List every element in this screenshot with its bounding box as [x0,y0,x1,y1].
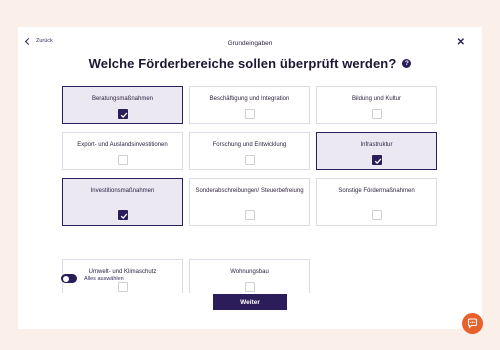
option-checkbox[interactable] [117,155,128,165]
option-wohnungsbau[interactable]: Wohnungsbau [189,259,310,293]
option-label: Sonstige Fördermaßnahmen [338,188,415,194]
option-label: Forschung und Entwicklung [212,142,287,148]
option-label: Sonderabschreibungen/ Steuerbefreiung [195,188,304,194]
option-label: Infrastruktur [360,142,393,148]
option-grid: Beratungsmaßnahmen Beschäftigung und Int… [62,86,437,293]
chat-icon [467,318,478,329]
option-sonstige-foerdermassnahmen[interactable]: Sonstige Fördermaßnahmen [316,178,437,226]
step-subtitle: Grundeingaben [227,40,273,47]
option-label: Bildung und Kultur [351,96,402,102]
checkmark-icon [374,158,381,165]
option-infrastruktur[interactable]: Infrastruktur [316,132,437,170]
option-checkbox[interactable] [244,282,255,292]
option-bildung-kultur[interactable]: Bildung und Kultur [316,86,437,124]
option-forschung-entwicklung[interactable]: Forschung und Entwicklung [189,132,310,170]
option-checkbox[interactable] [117,210,128,220]
option-checkbox[interactable] [371,109,382,119]
option-checkbox[interactable] [117,109,128,119]
select-all-row: Alles auswählen [61,274,124,283]
checkmark-icon [120,213,127,220]
wizard-card: Zurück Grundeingaben ✕ Welche Förderbere… [18,27,482,329]
weiter-button[interactable]: Weiter [213,294,287,310]
option-label: Wohnungsbau [230,269,269,275]
option-checkbox[interactable] [244,109,255,119]
select-all-toggle[interactable] [61,274,77,283]
toggle-knob [62,275,69,282]
close-icon[interactable]: ✕ [457,38,465,48]
option-checkbox[interactable] [244,155,255,165]
option-label: Export- und Auslandsinvestitionen [77,142,168,148]
option-checkbox[interactable] [244,210,255,220]
option-sonderabschreibungen[interactable]: Sonderabschreibungen/ Steuerbefreiung [189,178,310,226]
option-beschaeftigung-integration[interactable]: Beschäftigung und Integration [189,86,310,124]
title-row: Welche Förderbereiche sollen überprüft w… [18,56,482,71]
option-label: Beschäftigung und Integration [209,96,290,102]
page-title: Welche Förderbereiche sollen überprüft w… [88,56,397,71]
select-all-label: Alles auswählen [84,275,124,282]
checkmark-icon [120,112,127,119]
option-label: Beratungsmaßnahmen [91,96,154,102]
help-icon[interactable]: ? [402,59,412,68]
option-checkbox[interactable] [371,155,382,165]
option-checkbox[interactable] [117,282,128,292]
option-investitionsmassnahmen[interactable]: Investitionsmaßnahmen [62,178,183,226]
option-checkbox[interactable] [371,210,382,220]
option-label: Investitionsmaßnahmen [90,188,155,194]
option-beratungsmassnahmen[interactable]: Beratungsmaßnahmen [62,86,183,124]
option-export-auslandsinvestitionen[interactable]: Export- und Auslandsinvestitionen [62,132,183,170]
chat-button[interactable] [462,313,483,334]
